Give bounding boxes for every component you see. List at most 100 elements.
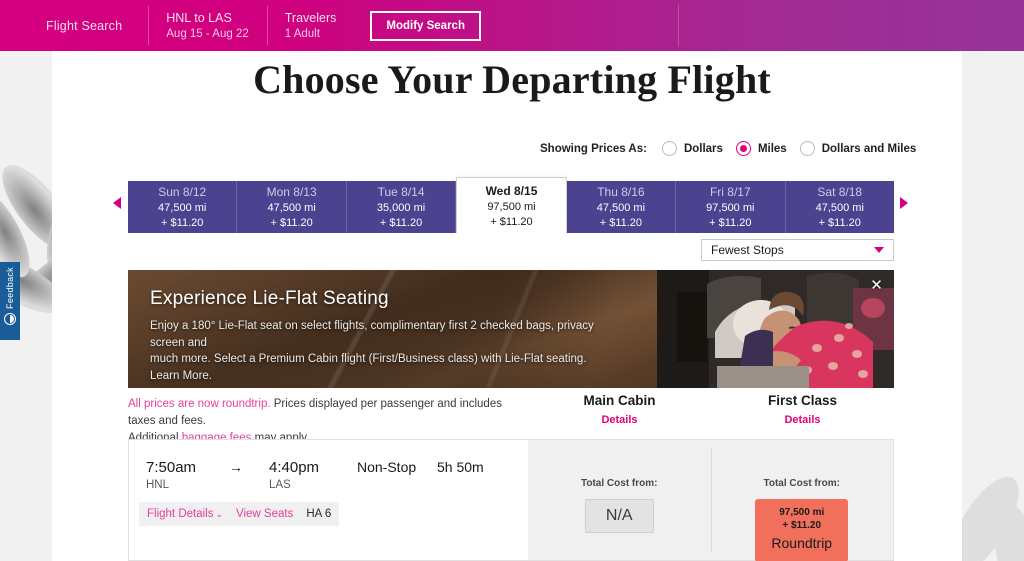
brand-label: Flight Search (46, 18, 123, 33)
first-class-price-cell: Total Cost from: 97,500 mi + $11.20 Roun… (710, 440, 893, 561)
date-tile-fee: + $11.20 (599, 217, 643, 229)
header-divider (678, 4, 679, 47)
carousel-next-icon[interactable] (900, 197, 908, 209)
promo-learn-more-link[interactable]: Learn More. (150, 370, 212, 382)
flight-search-page: Flight Search HNL to LAS Aug 15 - Aug 22… (0, 0, 1024, 561)
date-tile-fee: + $11.20 (490, 215, 533, 228)
travelers-count: 1 Adult (284, 27, 320, 40)
date-tile-fee: + $11.20 (270, 217, 313, 229)
chevron-down-icon: ⌄ (215, 509, 224, 519)
cabin-column-headers: Main Cabin Details First Class Details (528, 393, 894, 426)
date-tile-miles: 47,500 mi (158, 202, 207, 214)
date-tile-tue-8-14[interactable]: Tue 8/14 35,000 mi + $11.20 (346, 181, 457, 233)
flight-number: HA 6 (306, 508, 332, 520)
fare-miles: 97,500 mi (779, 507, 825, 518)
radio-dollars-and-miles-icon[interactable] (799, 141, 815, 156)
cabin-details-link-main[interactable]: Details (528, 414, 711, 426)
total-cost-label-first: Total Cost from: (763, 478, 840, 489)
arrival-segment: 4:40pm LAS (269, 458, 357, 494)
date-tile-day: Fri 8/17 (709, 185, 751, 199)
date-tile-miles: 47,500 mi (267, 202, 316, 214)
date-tile-fri-8-17[interactable]: Fri 8/17 97,500 mi + $11.20 (676, 181, 786, 233)
showing-prices-as-label: Showing Prices As: (540, 142, 647, 155)
carousel-prev-icon[interactable] (113, 197, 121, 209)
fare-fee: + $11.20 (782, 520, 822, 531)
route-dates: Aug 15 - Aug 22 (166, 27, 249, 40)
roundtrip-note: All prices are now roundtrip. (128, 398, 271, 410)
promo-body-line-1: Enjoy a 180° Lie-Flat seat on select fli… (150, 320, 594, 349)
page-title: Choose Your Departing Flight (253, 57, 771, 102)
date-tile-sun-8-12[interactable]: Sun 8/12 47,500 mi + $11.20 (128, 181, 238, 233)
radio-dollars-and-miles-label: Dollars and Miles (821, 142, 917, 155)
flight-details-label: Flight Details (147, 508, 214, 520)
date-tile-day: Wed 8/15 (485, 183, 538, 198)
lie-flat-promo-banner: Experience Lie-Flat Seating Enjoy a 180°… (128, 270, 894, 388)
arrival-airport: LAS (269, 479, 291, 491)
header-brand: Flight Search (0, 0, 148, 51)
radio-dollars-icon[interactable] (661, 141, 677, 156)
promo-body-line-2: much more. Select a Premium Cabin flight… (150, 353, 587, 365)
feedback-circle-icon (4, 312, 16, 325)
feedback-label: Feedback (5, 267, 15, 309)
date-tile-miles: 47,500 mi (596, 202, 646, 214)
radio-option-miles[interactable]: Miles (735, 141, 787, 156)
date-tile-mon-8-13[interactable]: Mon 8/13 47,500 mi + $11.20 (237, 181, 347, 233)
date-tile-day: Thu 8/16 (597, 185, 645, 199)
radio-miles-label: Miles (757, 142, 787, 155)
cabin-details-link-first[interactable]: Details (711, 414, 894, 426)
radio-option-dollars[interactable]: Dollars (661, 141, 723, 156)
header-travelers-summary[interactable]: Travelers 1 Adult (266, 0, 355, 51)
flight-itinerary-cell: 7:50am HNL → 4:40pm LAS Non-Stop 5h 50m … (129, 440, 528, 560)
header-route-summary[interactable]: HNL to LAS Aug 15 - Aug 22 (148, 0, 266, 51)
date-tile-miles: 97,500 mi (487, 200, 536, 213)
radio-miles-icon[interactable] (735, 141, 751, 156)
date-tile-fee: + $11.20 (818, 217, 861, 229)
date-tile-day: Sat 8/18 (817, 185, 863, 199)
date-tile-miles: 35,000 mi (376, 202, 426, 214)
departure-time: 7:50am (146, 459, 197, 476)
feedback-tab[interactable]: Feedback (0, 262, 20, 340)
sort-dropdown-value: Fewest Stops (711, 243, 784, 257)
view-seats-button[interactable]: View Seats (236, 508, 293, 520)
total-cost-label-main: Total Cost from: (581, 478, 658, 489)
search-summary-header: Flight Search HNL to LAS Aug 15 - Aug 22… (0, 0, 1024, 51)
chevron-down-icon (874, 247, 884, 253)
modify-search-button[interactable]: Modify Search (370, 10, 481, 41)
flight-row-actions: Flight Details ⌄ View Seats HA 6 (139, 502, 340, 526)
cabin-name: First Class (767, 393, 838, 408)
date-tile-thu-8-16[interactable]: Thu 8/16 47,500 mi + $11.20 (566, 181, 677, 233)
date-tile-miles: 97,500 mi (706, 202, 755, 214)
date-tile-wed-8-15-selected[interactable]: Wed 8/15 97,500 mi + $11.20 (456, 177, 567, 233)
date-tile-sat-8-18[interactable]: Sat 8/18 47,500 mi + $11.20 (785, 181, 894, 233)
radio-dollars-label: Dollars (683, 142, 723, 155)
departure-airport: HNL (146, 479, 170, 491)
date-carousel: Sun 8/12 47,500 mi + $11.20 Mon 8/13 47,… (128, 177, 894, 233)
duration-label: 5h 50m (437, 459, 484, 475)
route-label: HNL to LAS (166, 10, 232, 25)
date-tile-fee: + $11.20 (379, 217, 423, 229)
date-tile-day: Mon 8/13 (266, 185, 317, 199)
stops-label: Non-Stop (357, 459, 417, 475)
date-tile-day: Tue 8/14 (377, 185, 425, 199)
travelers-label: Travelers (284, 10, 337, 25)
main-cabin-price-button[interactable]: N/A (584, 499, 654, 533)
promo-text-block: Experience Lie-Flat Seating Enjoy a 180°… (150, 288, 620, 384)
date-tile-fee: + $11.20 (161, 217, 204, 229)
cabin-header-main-cabin: Main Cabin Details (528, 393, 711, 426)
showing-prices-as-group: Showing Prices As: Dollars Miles Dollars… (540, 141, 929, 156)
close-icon[interactable]: ✕ (868, 277, 885, 294)
promo-heading: Experience Lie-Flat Seating (150, 288, 389, 309)
radio-option-dollars-and-miles[interactable]: Dollars and Miles (799, 141, 917, 156)
flight-details-button[interactable]: Flight Details ⌄ (147, 508, 223, 520)
date-tile-miles: 47,500 mi (815, 202, 864, 214)
first-class-fare-button[interactable]: 97,500 mi + $11.20 Roundtrip (755, 499, 849, 561)
cabin-header-first-class: First Class Details (711, 393, 894, 426)
cabin-name: Main Cabin (583, 393, 656, 408)
lie-flat-seat-photo (657, 270, 894, 388)
arrow-right-icon: → (229, 459, 243, 475)
arrival-time: 4:40pm (269, 459, 320, 476)
sort-dropdown[interactable]: Fewest Stops (701, 239, 894, 261)
main-cabin-price-cell: Total Cost from: N/A (528, 440, 711, 560)
departure-segment: 7:50am HNL (146, 458, 229, 494)
flight-result-row: 7:50am HNL → 4:40pm LAS Non-Stop 5h 50m … (128, 439, 894, 561)
